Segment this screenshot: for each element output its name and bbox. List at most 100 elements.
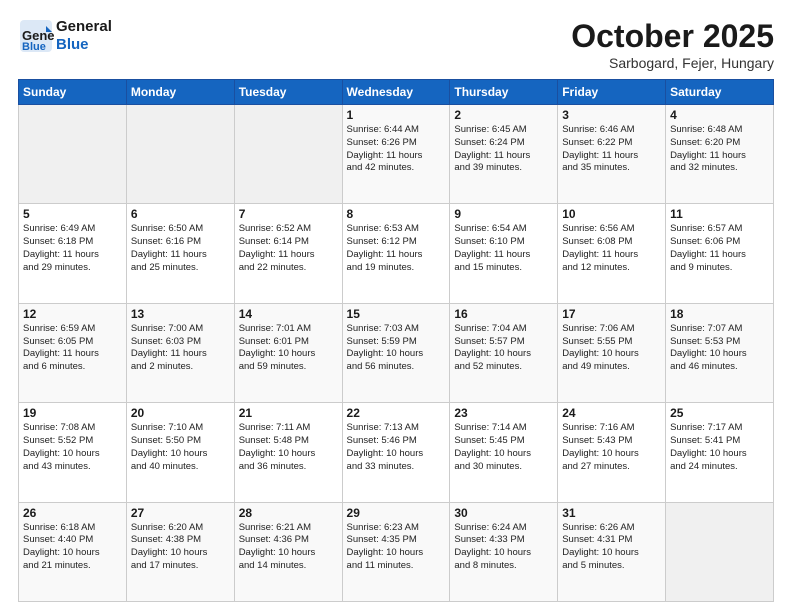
calendar-cell: 7 Sunrise: 6:52 AM Sunset: 6:14 PM Daylig… [234,204,342,303]
day-number: 10 [562,207,661,221]
calendar-cell: 25 Sunrise: 7:17 AM Sunset: 5:41 PM Dayli… [666,403,774,502]
day-number: 21 [239,406,338,420]
day-number: 27 [131,506,230,520]
day-info: Sunrise: 6:56 AM Sunset: 6:08 PM Dayligh… [562,223,661,274]
day-info: Sunrise: 7:08 AM Sunset: 5:52 PM Dayligh… [23,422,122,473]
calendar-cell: 22 Sunrise: 7:13 AM Sunset: 5:46 PM Dayli… [342,403,450,502]
calendar-cell: 20 Sunrise: 7:10 AM Sunset: 5:50 PM Dayli… [126,403,234,502]
weekday-header-saturday: Saturday [666,80,774,105]
day-info: Sunrise: 6:54 AM Sunset: 6:10 PM Dayligh… [454,223,553,274]
day-info: Sunrise: 7:17 AM Sunset: 5:41 PM Dayligh… [670,422,769,473]
day-info: Sunrise: 6:52 AM Sunset: 6:14 PM Dayligh… [239,223,338,274]
day-info: Sunrise: 6:23 AM Sunset: 4:35 PM Dayligh… [347,522,446,573]
day-number: 11 [670,207,769,221]
day-info: Sunrise: 6:53 AM Sunset: 6:12 PM Dayligh… [347,223,446,274]
calendar-cell: 17 Sunrise: 7:06 AM Sunset: 5:55 PM Dayli… [558,303,666,402]
day-info: Sunrise: 6:57 AM Sunset: 6:06 PM Dayligh… [670,223,769,274]
weekday-header-sunday: Sunday [19,80,127,105]
day-number: 9 [454,207,553,221]
day-number: 23 [454,406,553,420]
day-number: 16 [454,307,553,321]
logo: General Blue General Blue [18,18,112,54]
calendar-cell: 5Sunrise: 6:49 AM Sunset: 6:18 PM Daylig… [19,204,127,303]
day-info: Sunrise: 7:01 AM Sunset: 6:01 PM Dayligh… [239,323,338,374]
calendar-cell: 26 Sunrise: 6:18 AM Sunset: 4:40 PM Dayli… [19,502,127,601]
calendar-cell: 30Sunrise: 6:24 AM Sunset: 4:33 PM Dayli… [450,502,558,601]
day-number: 3 [562,108,661,122]
calendar-cell: 19 Sunrise: 7:08 AM Sunset: 5:52 PM Dayli… [19,403,127,502]
weekday-header-row: SundayMondayTuesdayWednesdayThursdayFrid… [19,80,774,105]
day-number: 26 [23,506,122,520]
logo-icon: General Blue [18,18,54,54]
day-number: 12 [23,307,122,321]
day-number: 4 [670,108,769,122]
week-row-4: 26 Sunrise: 6:18 AM Sunset: 4:40 PM Dayli… [19,502,774,601]
weekday-header-wednesday: Wednesday [342,80,450,105]
day-info: Sunrise: 6:26 AM Sunset: 4:31 PM Dayligh… [562,522,661,573]
calendar-cell: 18Sunrise: 7:07 AM Sunset: 5:53 PM Dayli… [666,303,774,402]
day-number: 29 [347,506,446,520]
day-info: Sunrise: 7:14 AM Sunset: 5:45 PM Dayligh… [454,422,553,473]
calendar-cell: 13 Sunrise: 7:00 AM Sunset: 6:03 PM Dayli… [126,303,234,402]
calendar-cell: 3 Sunrise: 6:46 AM Sunset: 6:22 PM Daylig… [558,105,666,204]
day-info: Sunrise: 6:44 AM Sunset: 6:26 PM Dayligh… [347,124,446,175]
weekday-header-thursday: Thursday [450,80,558,105]
week-row-3: 19 Sunrise: 7:08 AM Sunset: 5:52 PM Dayli… [19,403,774,502]
calendar-cell [126,105,234,204]
logo-line2: Blue [56,36,112,54]
location: Sarbogard, Fejer, Hungary [571,55,774,71]
day-number: 6 [131,207,230,221]
day-info: Sunrise: 7:04 AM Sunset: 5:57 PM Dayligh… [454,323,553,374]
day-info: Sunrise: 6:48 AM Sunset: 6:20 PM Dayligh… [670,124,769,175]
day-number: 7 [239,207,338,221]
month-title: October 2025 [571,18,774,55]
calendar-cell: 6 Sunrise: 6:50 AM Sunset: 6:16 PM Daylig… [126,204,234,303]
day-info: Sunrise: 6:46 AM Sunset: 6:22 PM Dayligh… [562,124,661,175]
calendar-cell: 11 Sunrise: 6:57 AM Sunset: 6:06 PM Dayli… [666,204,774,303]
day-number: 14 [239,307,338,321]
day-number: 30 [454,506,553,520]
calendar-cell: 2Sunrise: 6:45 AM Sunset: 6:24 PM Daylig… [450,105,558,204]
day-number: 22 [347,406,446,420]
calendar-cell: 24 Sunrise: 7:16 AM Sunset: 5:43 PM Dayli… [558,403,666,502]
calendar-cell: 28Sunrise: 6:21 AM Sunset: 4:36 PM Dayli… [234,502,342,601]
calendar-cell: 1 Sunrise: 6:44 AM Sunset: 6:26 PM Daylig… [342,105,450,204]
day-info: Sunrise: 7:11 AM Sunset: 5:48 PM Dayligh… [239,422,338,473]
calendar-cell: 23 Sunrise: 7:14 AM Sunset: 5:45 PM Dayli… [450,403,558,502]
calendar-cell [234,105,342,204]
calendar-cell: 16 Sunrise: 7:04 AM Sunset: 5:57 PM Dayli… [450,303,558,402]
day-number: 15 [347,307,446,321]
calendar-cell: 29 Sunrise: 6:23 AM Sunset: 4:35 PM Dayli… [342,502,450,601]
weekday-header-friday: Friday [558,80,666,105]
calendar-cell: 12Sunrise: 6:59 AM Sunset: 6:05 PM Dayli… [19,303,127,402]
day-info: Sunrise: 6:20 AM Sunset: 4:38 PM Dayligh… [131,522,230,573]
day-info: Sunrise: 7:16 AM Sunset: 5:43 PM Dayligh… [562,422,661,473]
title-block: October 2025 Sarbogard, Fejer, Hungary [571,18,774,71]
day-info: Sunrise: 7:06 AM Sunset: 5:55 PM Dayligh… [562,323,661,374]
week-row-2: 12Sunrise: 6:59 AM Sunset: 6:05 PM Dayli… [19,303,774,402]
day-number: 25 [670,406,769,420]
svg-text:Blue: Blue [22,41,46,53]
day-number: 19 [23,406,122,420]
weekday-header-tuesday: Tuesday [234,80,342,105]
day-info: Sunrise: 6:18 AM Sunset: 4:40 PM Dayligh… [23,522,122,573]
day-info: Sunrise: 7:10 AM Sunset: 5:50 PM Dayligh… [131,422,230,473]
calendar-cell: 9 Sunrise: 6:54 AM Sunset: 6:10 PM Daylig… [450,204,558,303]
day-number: 20 [131,406,230,420]
week-row-1: 5Sunrise: 6:49 AM Sunset: 6:18 PM Daylig… [19,204,774,303]
calendar-cell: 8Sunrise: 6:53 AM Sunset: 6:12 PM Daylig… [342,204,450,303]
day-info: Sunrise: 6:21 AM Sunset: 4:36 PM Dayligh… [239,522,338,573]
calendar-cell: 31Sunrise: 6:26 AM Sunset: 4:31 PM Dayli… [558,502,666,601]
day-info: Sunrise: 7:13 AM Sunset: 5:46 PM Dayligh… [347,422,446,473]
day-info: Sunrise: 7:00 AM Sunset: 6:03 PM Dayligh… [131,323,230,374]
day-number: 13 [131,307,230,321]
calendar-cell [19,105,127,204]
day-number: 1 [347,108,446,122]
day-number: 17 [562,307,661,321]
day-info: Sunrise: 7:03 AM Sunset: 5:59 PM Dayligh… [347,323,446,374]
week-row-0: 1 Sunrise: 6:44 AM Sunset: 6:26 PM Daylig… [19,105,774,204]
day-number: 24 [562,406,661,420]
day-info: Sunrise: 6:50 AM Sunset: 6:16 PM Dayligh… [131,223,230,274]
day-number: 5 [23,207,122,221]
logo-line1: General [56,18,112,36]
